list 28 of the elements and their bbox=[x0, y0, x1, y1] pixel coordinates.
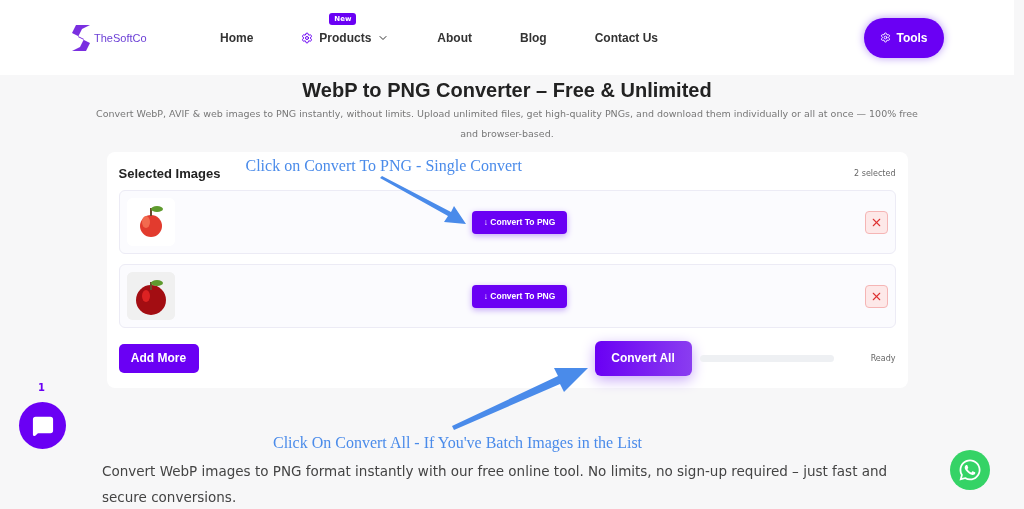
annotation-text: Click on Convert To PNG - Single Convert bbox=[245, 157, 522, 175]
annotation-text: Click On Convert All - If You've Batch Images in the List bbox=[273, 434, 644, 452]
convert-button[interactable]: ↓ Convert To PNG bbox=[471, 284, 568, 308]
add-more-button[interactable]: Add More bbox=[118, 343, 199, 373]
gear-icon bbox=[301, 31, 314, 44]
subtitle: Convert WebP, AVIF & web images to PNG instantly, without limits. Upload unlimited files, get high-quality PNGs, and download them individually or all at once — 100% free and browser-based. bbox=[95, 107, 919, 141]
nav-link[interactable]: Contact Us bbox=[594, 30, 659, 45]
page-title: WebP to PNG Converter – Free & Unlimited bbox=[301, 78, 713, 102]
logo-text: TheSoftCo bbox=[94, 31, 147, 44]
remove-button[interactable] bbox=[864, 210, 888, 234]
nav-link[interactable]: Products bbox=[301, 30, 390, 45]
convert-all-button[interactable]: Convert All bbox=[594, 340, 692, 376]
notification-count: 1 bbox=[38, 382, 45, 393]
selected-count: 2 selected bbox=[854, 168, 896, 178]
remove-button[interactable] bbox=[864, 284, 888, 308]
chat-icon bbox=[31, 414, 54, 437]
card-title: Selected Images bbox=[118, 165, 221, 181]
whatsapp-icon bbox=[958, 458, 982, 482]
logo-icon bbox=[70, 22, 92, 53]
chat-button[interactable] bbox=[19, 402, 66, 449]
status-text: Ready bbox=[870, 353, 896, 363]
gear-icon bbox=[880, 32, 892, 43]
nav-link[interactable]: Home bbox=[220, 30, 254, 45]
tools-button[interactable]: Tools bbox=[864, 17, 944, 58]
nav-link[interactable]: About bbox=[437, 30, 472, 45]
body-text: Convert WebP images to PNG format instantly with our free online tool. No limits, no sign-up required – just fast and secure conversions. bbox=[102, 462, 889, 507]
convert-button[interactable]: ↓ Convert To PNG bbox=[471, 210, 568, 234]
nav-link[interactable]: Blog bbox=[520, 30, 547, 45]
